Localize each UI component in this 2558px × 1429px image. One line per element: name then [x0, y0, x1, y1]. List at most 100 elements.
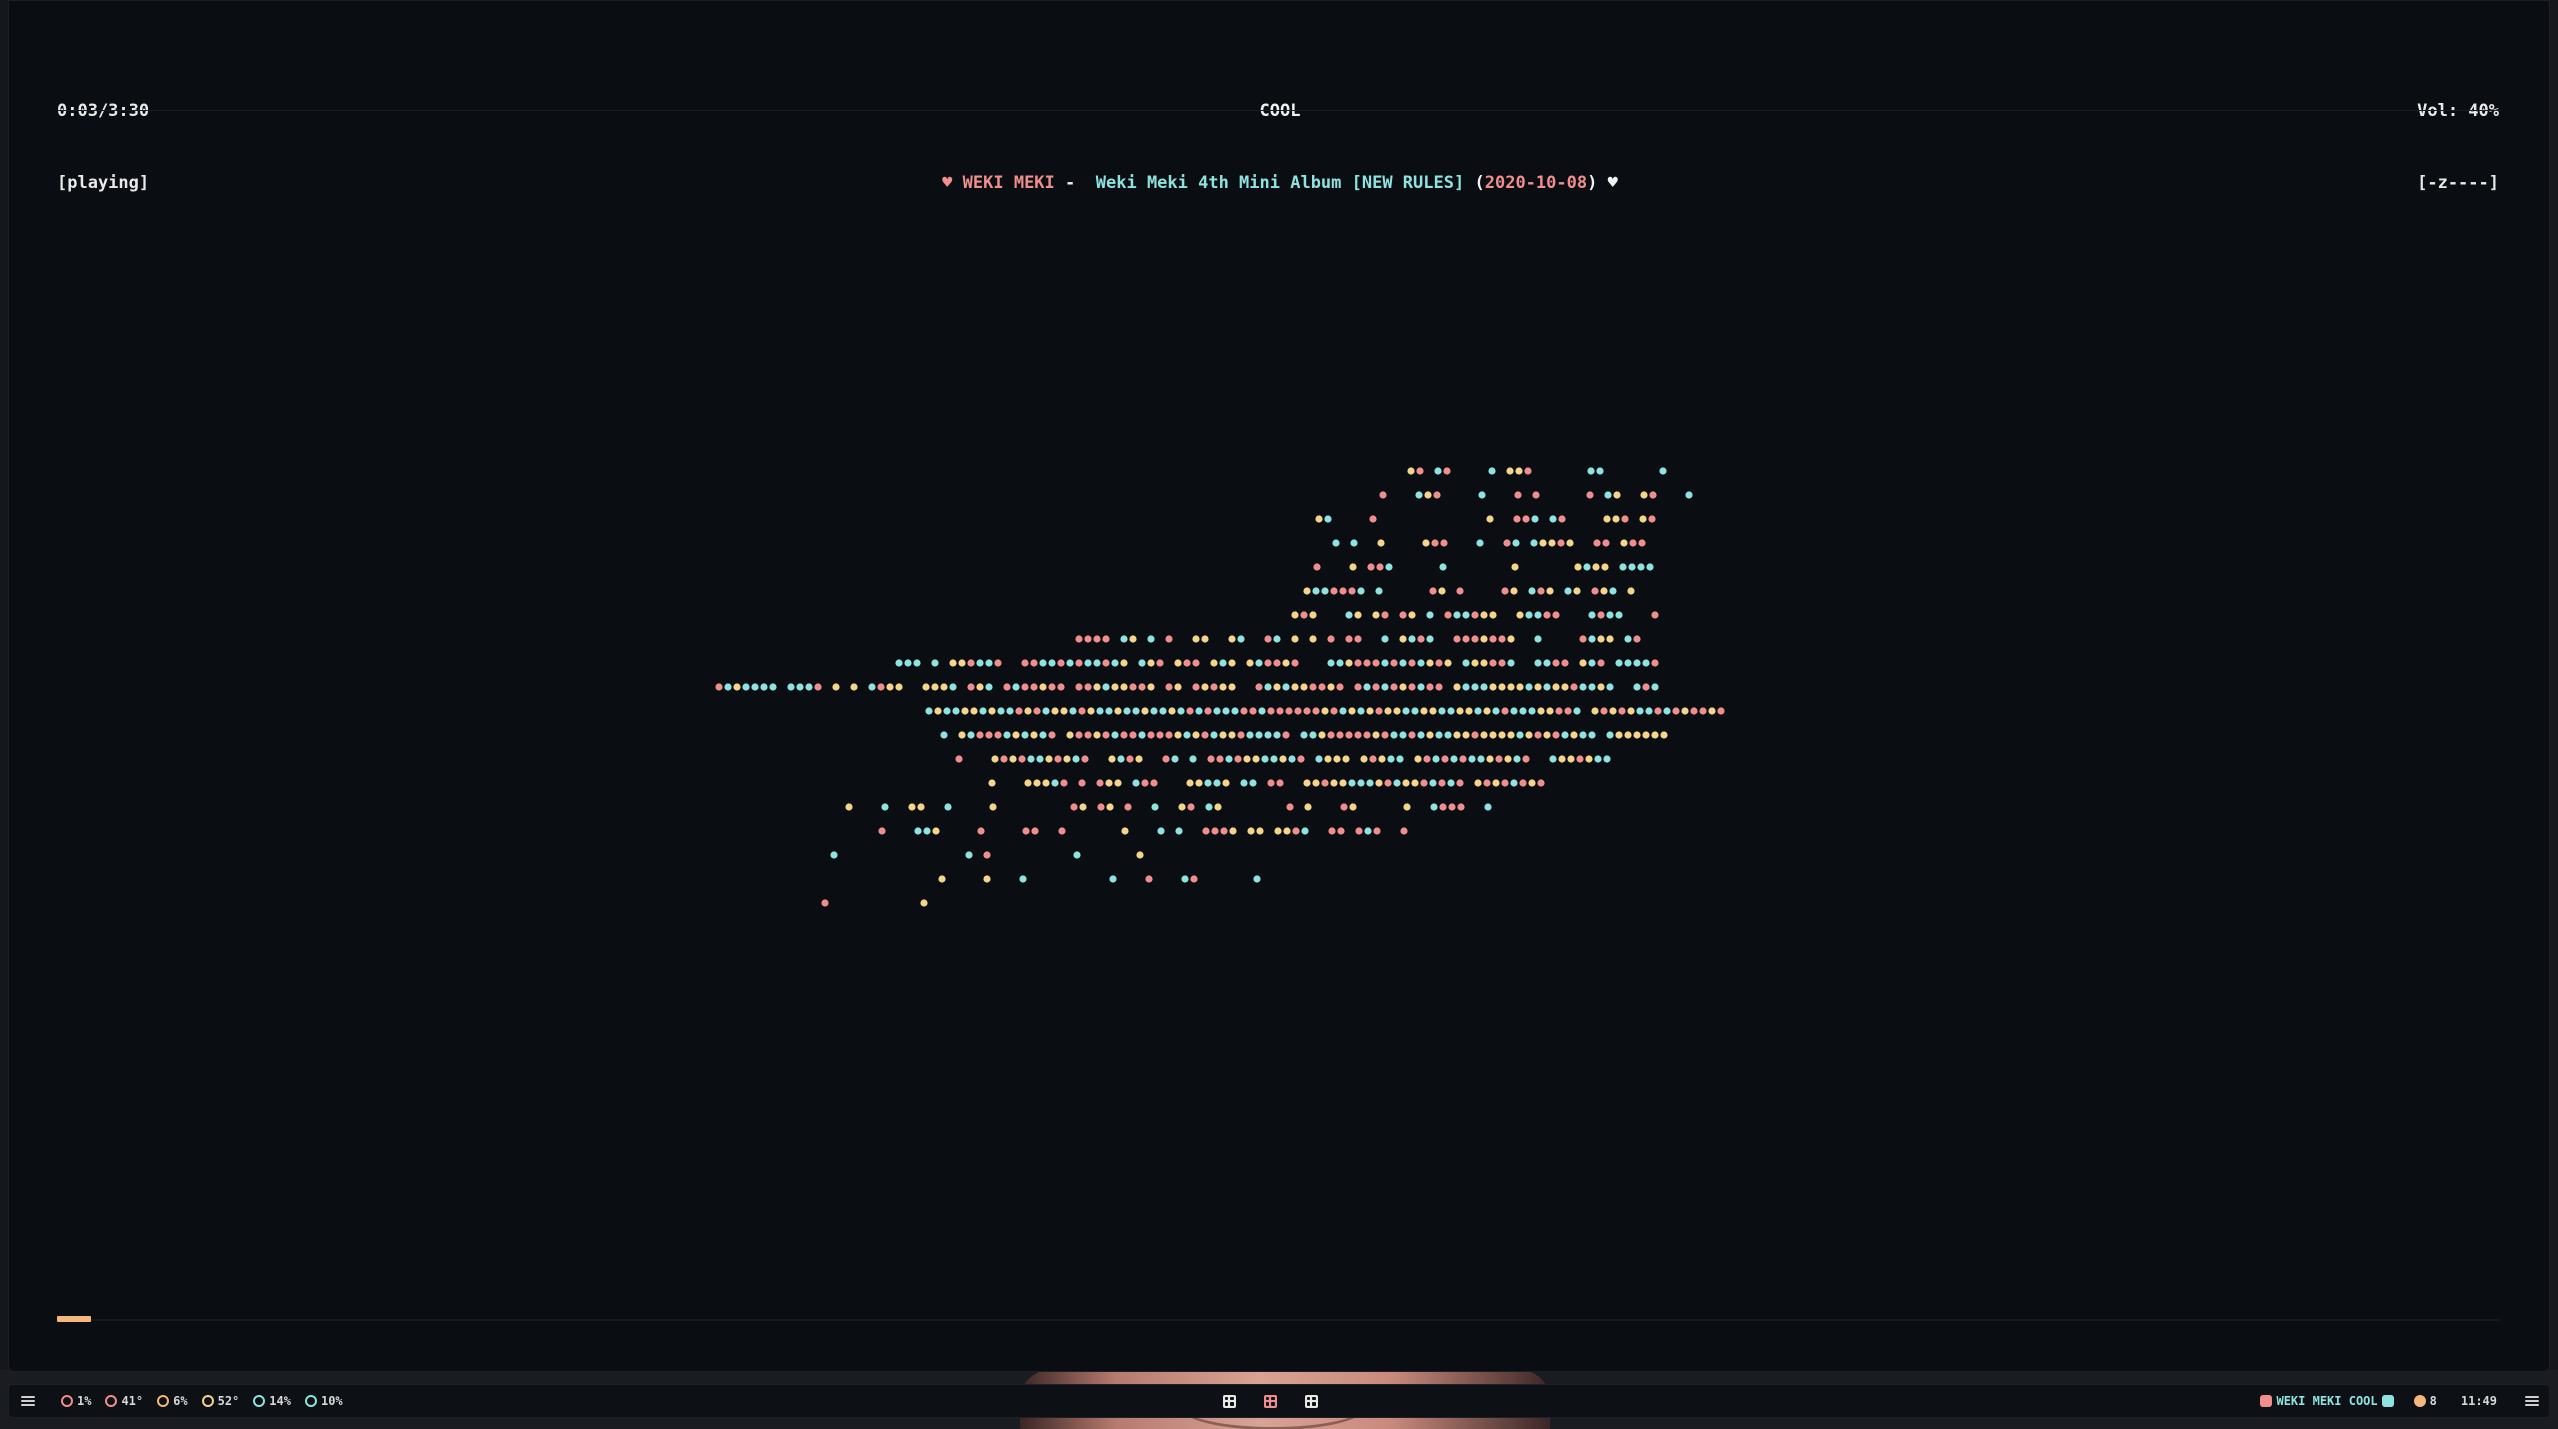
visualizer-dot [1629, 539, 1637, 547]
visualizer-dot [976, 731, 984, 739]
visualizer-dot [1354, 611, 1362, 619]
visualizer-dot [940, 731, 948, 739]
visualizer-dot [1354, 731, 1362, 739]
visualizer-dot [1051, 707, 1059, 715]
visualizer-dot [886, 683, 894, 691]
visualizer-dot [1534, 611, 1542, 619]
visualizer-dot [1147, 731, 1155, 739]
visualizer-dot [1513, 755, 1521, 763]
visualizer-dot [1420, 707, 1428, 715]
visualizer-dot [805, 683, 813, 691]
visualizer-dot [967, 659, 975, 667]
visualizer-dot [1447, 779, 1455, 787]
visualizer-dot [1447, 707, 1455, 715]
visualizer-dot [1561, 659, 1569, 667]
workspace-1-button[interactable] [1222, 1394, 1236, 1408]
visualizer-dot [1175, 827, 1183, 835]
visualizer-dot [1453, 731, 1461, 739]
workspace-3-button[interactable] [1304, 1394, 1318, 1408]
visualizer-dot [904, 659, 912, 667]
visualizer-dot [989, 803, 997, 811]
visualizer-dot [1376, 563, 1384, 571]
visualizer-dot [1604, 491, 1612, 499]
visualizer-dot [1435, 659, 1443, 667]
visualizer-dot [914, 827, 922, 835]
visualizer-dot [1597, 659, 1605, 667]
visualizer-dot [1264, 659, 1272, 667]
visualizer-dot [1375, 707, 1383, 715]
visualizer-dot [1621, 515, 1629, 523]
now-playing-widget[interactable]: WEKI MEKI COOL [2260, 1394, 2394, 1408]
workspace-2-button[interactable] [1263, 1394, 1277, 1408]
visualizer-dot [1246, 731, 1254, 739]
visualizer-dot [1186, 779, 1194, 787]
visualizer-dot [1498, 635, 1506, 643]
visualizer-dot [1512, 539, 1520, 547]
visualizer-dot [1357, 779, 1365, 787]
updates-widget[interactable]: 8 [2413, 1394, 2437, 1408]
visualizer-dot [1498, 659, 1506, 667]
visualizer-dot [1145, 875, 1153, 883]
visualizer-dot [1285, 707, 1293, 715]
visualizer-dot [1204, 779, 1212, 787]
visualizer-dot [1489, 635, 1497, 643]
visualizer-dot [1659, 467, 1667, 475]
visualizer-dot [979, 707, 987, 715]
play-icon[interactable] [2381, 1395, 2394, 1407]
progress-track[interactable] [57, 1316, 2501, 1322]
visualizer-dot [1444, 731, 1452, 739]
visualizer-dot [1549, 755, 1557, 763]
visualizer-dot [940, 683, 948, 691]
visualizer-dot [1286, 803, 1294, 811]
visualizer-dot [1522, 755, 1530, 763]
visualizer-dot [1453, 635, 1461, 643]
visualizer-dot [1426, 731, 1434, 739]
visualizer-dot [1602, 539, 1610, 547]
visualizer-dot [1012, 683, 1020, 691]
visualizer-dot [1201, 635, 1209, 643]
visualizer-dot [1588, 731, 1596, 739]
visualizer-dot [1423, 755, 1431, 763]
visualizer-dot [1033, 707, 1041, 715]
visualizer-dot [1375, 779, 1383, 787]
visualizer-dot [742, 683, 750, 691]
visualizer-dot [1345, 731, 1353, 739]
visualizer-dot [1048, 659, 1056, 667]
visualizer-dot [1252, 755, 1260, 763]
visualizer-dot [1349, 563, 1357, 571]
visualizer-dot [1408, 731, 1416, 739]
visualizer-dot [1474, 779, 1482, 787]
visualizer-dot [1279, 755, 1287, 763]
visualizer-dot [845, 803, 853, 811]
visualizer-dot [1243, 755, 1251, 763]
visualizer-dot [1219, 731, 1227, 739]
visualizer-dot [1552, 683, 1560, 691]
visualizer-dot [1480, 659, 1488, 667]
visualizer-dot [1379, 491, 1387, 499]
visualizer-dot [1030, 659, 1038, 667]
visualizer-dot [1078, 707, 1086, 715]
visualizer-dot [1612, 515, 1620, 523]
visualizer-dot [1507, 659, 1515, 667]
visualizer-dot [1159, 707, 1167, 715]
visualizer-dot [1552, 659, 1560, 667]
visualizer-dot [1462, 659, 1470, 667]
visualizer-dot [988, 707, 996, 715]
music-player-terminal[interactable]: 0:03/3:30 [playing] COOL ♥ WEKI MEKI - W… [8, 0, 2550, 1372]
visualizer-dot [1121, 827, 1129, 835]
visualizer-dot [955, 755, 963, 763]
visualizer-dot [1396, 755, 1404, 763]
visualizer-dot [1510, 707, 1518, 715]
status-bar: 1% 41° 6% 52° 14% 10% WEKI MEKI COOL 8 11:49 [8, 1384, 2550, 1418]
visualizer-dot [1132, 707, 1140, 715]
menu-icon[interactable] [2525, 1396, 2539, 1406]
visualizer-dot [1489, 731, 1497, 739]
visualizer-dot [1690, 707, 1698, 715]
visualizer-dot [895, 683, 903, 691]
visualizer-dot [1318, 731, 1326, 739]
visualizer-dot [760, 683, 768, 691]
visualizer-dot [944, 803, 952, 811]
visualizer-dot [1615, 731, 1623, 739]
visualizer-dot [1393, 707, 1401, 715]
visualizer-dot [895, 659, 903, 667]
